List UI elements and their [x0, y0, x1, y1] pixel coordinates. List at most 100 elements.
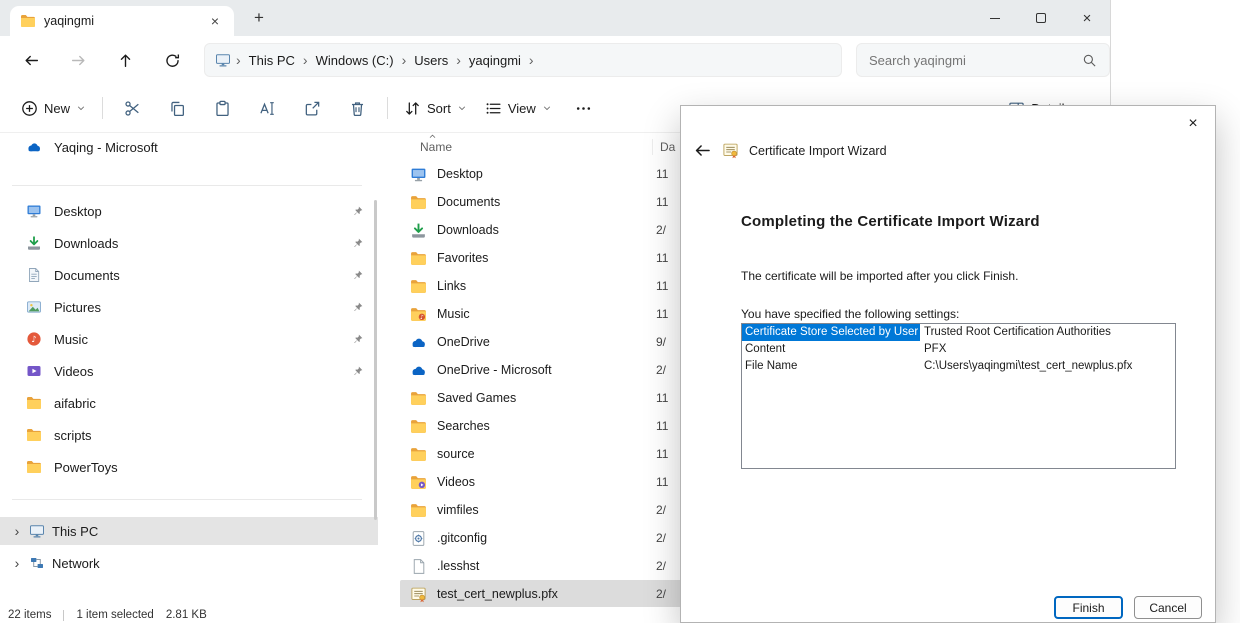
sort-icon	[404, 100, 421, 117]
chevron-right-icon[interactable]: ›	[12, 555, 22, 571]
file-row-test-cert-newplus-pfx[interactable]: test_cert_newplus.pfx2/	[400, 580, 690, 608]
sidebar-item-desktop[interactable]: Desktop	[0, 195, 378, 227]
file-row-documents[interactable]: Documents11	[400, 188, 690, 216]
screen: yaqingmi × + × ›This PC›Windows (C:)›Use…	[0, 0, 1240, 623]
refresh-button[interactable]	[156, 44, 188, 76]
file-row-source[interactable]: source11	[400, 440, 690, 468]
file-rows: Desktop11Documents11Downloads2/Favorites…	[400, 160, 690, 608]
plus-circle-icon	[21, 100, 38, 117]
sidebar-item-scripts[interactable]: scripts	[0, 419, 378, 451]
file-date-modified: 2/	[656, 503, 682, 517]
breadcrumb-item-windows-c[interactable]: Windows (C:)	[311, 51, 399, 70]
wizard-setting-row[interactable]: File NameC:\Users\yaqingmi\test_cert_new…	[742, 358, 1175, 375]
wizard-setting-key: Certificate Store Selected by User	[742, 324, 920, 341]
file-row-desktop[interactable]: Desktop11	[400, 160, 690, 188]
gear-file-icon	[410, 530, 427, 547]
file-row-lesshst[interactable]: .lesshst2/	[400, 552, 690, 580]
back-button[interactable]	[15, 44, 47, 76]
folder-icon	[410, 418, 427, 435]
copy-button[interactable]	[155, 92, 200, 125]
folder-icon	[410, 250, 427, 267]
sidebar-item-label: scripts	[54, 428, 92, 443]
column-header-name[interactable]: Name	[420, 140, 452, 154]
minimize-button[interactable]	[972, 0, 1018, 36]
sidebar-item-videos[interactable]: Videos	[0, 355, 378, 387]
file-name: Videos	[437, 475, 646, 489]
sidebar-scrollbar[interactable]	[374, 200, 377, 520]
sidebar-item-label: Yaqing - Microsoft	[54, 140, 158, 155]
view-button[interactable]: View	[476, 93, 561, 124]
search-box[interactable]: Search yaqingmi	[856, 43, 1110, 77]
status-separator	[63, 610, 64, 621]
rename-button[interactable]	[245, 92, 290, 125]
forward-button[interactable]	[62, 44, 94, 76]
wizard-setting-row[interactable]: Certificate Store Selected by UserTruste…	[742, 324, 1175, 341]
finish-button[interactable]: Finish	[1054, 596, 1123, 619]
file-row-gitconfig[interactable]: .gitconfig2/	[400, 524, 690, 552]
sidebar-item-label: Pictures	[54, 300, 101, 315]
paste-button[interactable]	[200, 92, 245, 125]
wizard-settings-listbox[interactable]: Certificate Store Selected by UserTruste…	[741, 323, 1176, 469]
wizard-setting-row[interactable]: ContentPFX	[742, 341, 1175, 358]
navigation-pane: Yaqing - Microsoft DesktopDownloads Docum…	[0, 133, 378, 607]
cut-button[interactable]	[110, 92, 155, 125]
cancel-button[interactable]: Cancel	[1134, 596, 1202, 619]
certificate-icon	[722, 142, 739, 159]
sidebar-item-aifabric[interactable]: aifabric	[0, 387, 378, 419]
sidebar-item-network[interactable]: ›Network	[0, 549, 378, 577]
breadcrumb-item-this-pc[interactable]: This PC	[244, 51, 300, 70]
column-header-date[interactable]: Da	[652, 139, 682, 155]
new-tab-button[interactable]: +	[248, 8, 270, 30]
chevron-down-icon	[457, 103, 467, 113]
more-options-button[interactable]	[561, 92, 606, 125]
sidebar-item-label: Documents	[54, 268, 120, 283]
chevron-right-icon[interactable]: ›	[12, 523, 22, 539]
trash-icon	[349, 100, 366, 117]
file-name: .gitconfig	[437, 531, 646, 545]
file-name: .lesshst	[437, 559, 646, 573]
new-button[interactable]: New	[12, 93, 95, 124]
sidebar-item-music[interactable]: ♪Music	[0, 323, 378, 355]
view-icon	[485, 100, 502, 117]
folder-music-icon: ♪	[410, 306, 427, 323]
sidebar-item-documents[interactable]: Documents	[0, 259, 378, 291]
file-row-onedrive-microsoft[interactable]: OneDrive - Microsoft2/	[400, 356, 690, 384]
network-icon	[29, 555, 45, 571]
file-row-saved-games[interactable]: Saved Games11	[400, 384, 690, 412]
breadcrumb-separator-icon: ›	[399, 52, 410, 68]
file-row-favorites[interactable]: Favorites11	[400, 244, 690, 272]
folder-video-icon	[410, 474, 427, 491]
sort-button[interactable]: Sort	[395, 93, 476, 124]
up-button[interactable]	[109, 44, 141, 76]
dialog-close-button[interactable]: ×	[1179, 112, 1207, 136]
delete-button[interactable]	[335, 92, 380, 125]
wizard-back-icon[interactable]	[693, 141, 712, 160]
paste-icon	[214, 100, 231, 117]
file-row-downloads[interactable]: Downloads2/	[400, 216, 690, 244]
file-row-music[interactable]: ♪Music11	[400, 300, 690, 328]
sidebar-item-pictures[interactable]: Pictures	[0, 291, 378, 323]
explorer-tab[interactable]: yaqingmi ×	[10, 6, 234, 36]
view-button-label: View	[508, 101, 536, 116]
file-row-links[interactable]: Links11	[400, 272, 690, 300]
sidebar-item-label: This PC	[52, 524, 98, 539]
share-button[interactable]	[290, 92, 335, 125]
sidebar-item-powertoys[interactable]: PowerToys	[0, 451, 378, 483]
sidebar-item-this-pc[interactable]: › This PC	[0, 517, 378, 545]
breadcrumb-item-yaqingmi[interactable]: yaqingmi	[464, 51, 526, 70]
file-row-searches[interactable]: Searches11	[400, 412, 690, 440]
breadcrumb-item-users[interactable]: Users	[409, 51, 453, 70]
back-icon	[23, 52, 40, 69]
maximize-button[interactable]	[1018, 0, 1064, 36]
file-date-modified: 11	[656, 195, 682, 209]
close-button[interactable]: ×	[1064, 0, 1110, 36]
file-date-modified: 11	[656, 251, 682, 265]
sidebar-item-onedrive[interactable]: Yaqing - Microsoft	[0, 133, 378, 161]
file-row-onedrive[interactable]: OneDrive9/	[400, 328, 690, 356]
svg-text:♪: ♪	[31, 335, 36, 345]
tab-close-icon[interactable]: ×	[206, 13, 224, 29]
sidebar-item-downloads[interactable]: Downloads	[0, 227, 378, 259]
file-row-vimfiles[interactable]: vimfiles2/	[400, 496, 690, 524]
address-bar[interactable]: ›This PC›Windows (C:)›Users›yaqingmi›	[204, 43, 842, 77]
file-row-videos[interactable]: Videos11	[400, 468, 690, 496]
